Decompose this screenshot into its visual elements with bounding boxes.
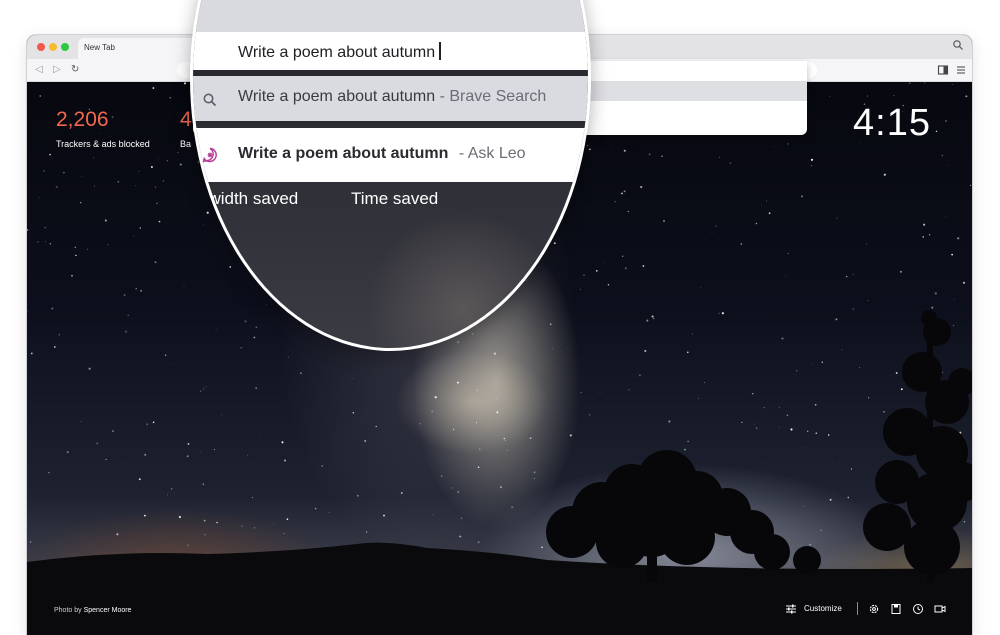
back-button[interactable]: ◁: [35, 64, 43, 76]
lens-toolbar-area: [193, 0, 588, 36]
customize-button[interactable]: Customize: [804, 604, 842, 613]
bookmarks-icon[interactable]: [890, 603, 902, 615]
suggestion-ask-leo[interactable]: Write a poem about autumn - Ask Leo: [193, 128, 588, 182]
lens-time-saved-label: Time saved: [351, 189, 439, 208]
photo-credit-prefix: Photo by: [54, 607, 82, 614]
reload-button[interactable]: ↻: [71, 64, 79, 76]
suggestion-source-leo: - Ask Leo: [458, 145, 526, 162]
suggestion-query: Write a poem about autumn: [238, 88, 436, 105]
suggestion-source: - Brave Search: [439, 88, 547, 105]
sidebar-icon[interactable]: [937, 64, 949, 76]
maximize-window-button[interactable]: [61, 43, 69, 51]
tab-title: New Tab: [84, 43, 115, 52]
video-call-icon[interactable]: [934, 603, 946, 615]
trackers-blocked-label: Trackers & ads blocked: [56, 139, 150, 149]
menu-icon[interactable]: [955, 64, 967, 76]
suggestion-text-row-leo: Write a poem about autumn - Ask Leo: [238, 145, 526, 163]
suggestion-brave-search[interactable]: Write a poem about autumn - Brave Search: [193, 76, 588, 121]
suggestion-text-row: Write a poem about autumn - Brave Search: [238, 88, 546, 106]
toolbar-divider: [857, 602, 858, 615]
bandwidth-saved-label: Ba: [180, 139, 192, 149]
trackers-blocked-count: 2,206: [56, 108, 109, 131]
minimize-window-button[interactable]: [49, 43, 57, 51]
address-bar-query[interactable]: Write a poem about autumn: [238, 42, 441, 62]
clock-widget: 4:15: [853, 102, 931, 144]
text-caret: [439, 42, 441, 60]
query-text: Write a poem about autumn: [238, 44, 436, 61]
photo-credit-name[interactable]: Spencer Moore: [84, 607, 132, 614]
history-icon[interactable]: [912, 603, 924, 615]
forward-button[interactable]: ▷: [53, 64, 61, 76]
gear-icon[interactable]: [868, 603, 880, 615]
search-icon: [203, 93, 217, 107]
leo-icon: [202, 147, 217, 163]
photo-credit: Photo by Spencer Moore: [54, 607, 131, 614]
customize-sliders-icon[interactable]: [785, 603, 797, 615]
bandwidth-saved-count: 4: [180, 108, 192, 131]
suggestion-query-leo: Write a poem about autumn: [238, 145, 449, 162]
tab-search-icon[interactable]: [952, 39, 964, 51]
close-window-button[interactable]: [37, 43, 45, 51]
lens-bandwidth-saved-label: dwidth saved: [199, 189, 299, 208]
